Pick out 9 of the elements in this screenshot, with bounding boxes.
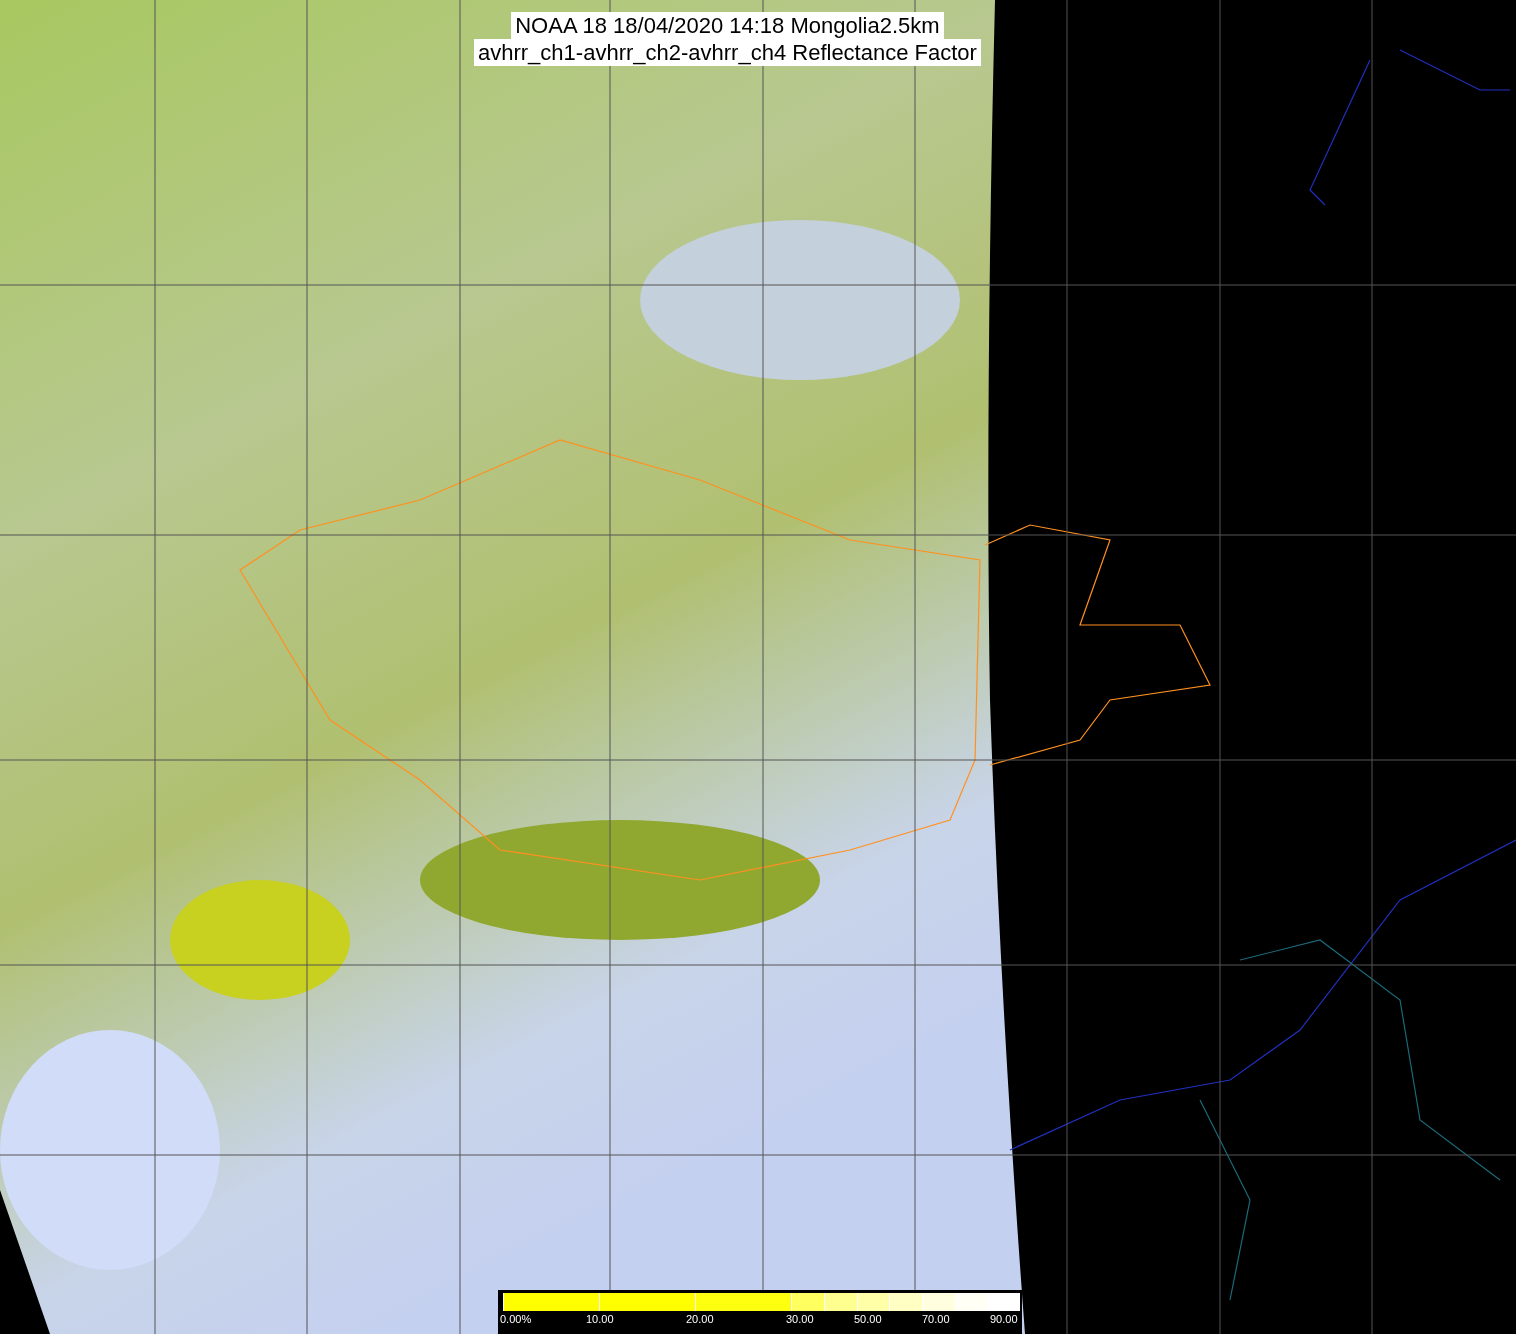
colorbar-label: 0.00% [500,1312,532,1326]
colorbar-label: 50.00 [854,1312,882,1326]
map-title: avhrr_ch1-avhrr_ch2-avhrr_ch4 Reflectance Factor [474,39,981,66]
map-title: NOAA 18 18/04/2020 14:18 Mongolia2.5km [511,12,944,39]
colorbar-label: 20.00 [686,1312,714,1326]
colorbar-label: 90.00 [990,1312,1018,1326]
colorbar-label: 10.00 [586,1312,614,1326]
colorbar-label: 70.00 [922,1312,950,1326]
colorbar-label: 30.00 [786,1312,814,1326]
